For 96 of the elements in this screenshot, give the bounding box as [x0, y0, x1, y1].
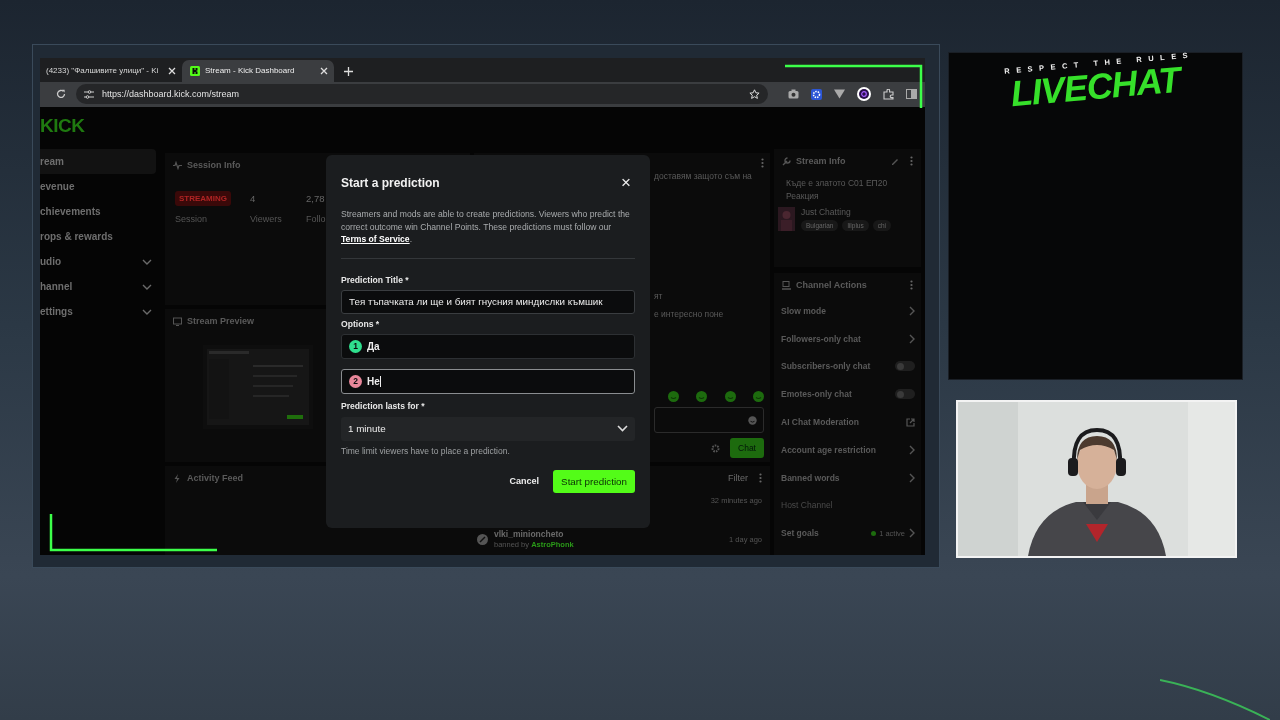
chevron-right-icon	[909, 444, 915, 455]
tab-title: Stream - Kick Dashboard	[205, 66, 296, 75]
browser-tab[interactable]: Stream - Kick Dashboard	[182, 59, 334, 82]
toggle-switch[interactable]	[895, 389, 915, 400]
more-options-icon[interactable]	[759, 473, 762, 483]
lightning-icon	[173, 473, 182, 483]
more-options-icon[interactable]	[910, 280, 913, 290]
kick-logo[interactable]: KICK	[40, 111, 89, 149]
reload-icon[interactable]	[56, 89, 66, 100]
panel-title: Activity Feed	[187, 473, 244, 483]
star-icon[interactable]	[749, 88, 760, 100]
wrench-icon	[782, 156, 791, 166]
filter-button[interactable]: Filter	[728, 473, 748, 483]
chevron-right-icon	[909, 305, 915, 316]
camera-icon[interactable]	[788, 89, 799, 100]
stat-label: Session	[175, 214, 209, 224]
chevron-right-icon	[909, 472, 915, 483]
sidebar-item[interactable]: udio	[40, 249, 160, 274]
cancel-button[interactable]: Cancel	[509, 476, 540, 487]
chevron-down-icon	[617, 425, 628, 433]
chat-input-field[interactable]	[654, 407, 764, 433]
stream-title: Къде е златото С01 ЕП20 Реакция	[785, 177, 889, 203]
title-input-field[interactable]: Тея тъпачката ли ще и бият гнусния миндислки къмшик	[341, 289, 635, 314]
sidebar-item[interactable]: chievements	[40, 199, 160, 224]
url-text: https://dashboard.kick.com/stream	[102, 89, 240, 100]
puzzle-icon[interactable]	[883, 88, 894, 100]
terms-link[interactable]: Terms of Service	[341, 234, 410, 245]
dialog-description: Streamers and mods are able to create predictions. Viewers who predict the correct outcome win Channel Points. These predictions must follow our Terms of Service.	[341, 208, 631, 246]
field-label: Prediction lasts for *	[341, 400, 426, 411]
option-input-field[interactable]: 1 Да	[341, 333, 635, 359]
panel-title: Stream Preview	[187, 316, 255, 326]
stat-value: 2,78	[306, 192, 326, 206]
option-number: 2	[349, 374, 362, 388]
stat-label: Viewers	[250, 214, 283, 224]
monitor-icon	[173, 316, 182, 326]
chat-message: е интересно поне	[654, 309, 725, 319]
tab-title: (4233) "Фалшивите улици" - Ki	[46, 66, 160, 75]
category-name[interactable]: Just Chatting	[801, 207, 892, 217]
gear-icon[interactable]	[811, 88, 822, 100]
close-icon[interactable]	[320, 66, 328, 75]
chat-message: доставям защото съм на	[654, 171, 753, 181]
kick-favicon-icon	[190, 65, 200, 76]
sidebar-item[interactable]: rops & rewards	[40, 224, 160, 249]
more-options-icon[interactable]	[761, 158, 764, 168]
channel-action[interactable]: Emotes-only chat	[774, 380, 921, 409]
sidebar-item[interactable]: ettings	[40, 299, 160, 324]
option-input-field[interactable]: 2 Не	[341, 368, 635, 394]
emote-icon[interactable]	[696, 391, 708, 402]
chat-send-button[interactable]: Chat	[730, 438, 764, 458]
panel-title: Stream Info	[796, 156, 846, 166]
pulse-icon	[173, 160, 182, 170]
status-badge: STREAMING	[175, 191, 231, 206]
chevron-right-icon	[909, 528, 915, 539]
field-hint: Time limit viewers have to place a prediction.	[341, 445, 511, 456]
category-cover	[778, 207, 795, 231]
sidebar-panel-icon[interactable]	[906, 89, 917, 100]
toggle-switch[interactable]	[895, 361, 915, 372]
dialog-title: Start a prediction	[341, 176, 440, 190]
browser-tab[interactable]: (4233) "Фалшивите улици" - Ki	[40, 59, 182, 82]
username: vlki_minioncheto	[494, 529, 565, 539]
field-label: Prediction Title *	[341, 274, 410, 285]
site-settings-icon	[84, 89, 94, 99]
duration-dropdown[interactable]: 1 minute	[341, 416, 635, 441]
channel-action[interactable]: Account age restriction	[774, 436, 921, 464]
smiley-icon[interactable]	[748, 415, 757, 425]
emote-icon[interactable]	[753, 391, 764, 402]
shield-icon	[782, 280, 791, 290]
option-number: 1	[349, 339, 362, 353]
channel-action[interactable]: Followers-only chat	[774, 324, 921, 353]
channel-action[interactable]: Banned words	[774, 463, 921, 492]
sidebar-item[interactable]: ream	[40, 149, 156, 174]
emote-icon[interactable]	[724, 391, 736, 402]
start-prediction-button[interactable]: Start prediction	[553, 469, 635, 493]
external-link-icon	[906, 417, 915, 427]
close-icon[interactable]	[168, 66, 176, 75]
triangle-icon[interactable]	[834, 89, 845, 100]
channel-action[interactable]: Subscribers-only chat	[774, 352, 921, 381]
address-field[interactable]: https://dashboard.kick.com/stream	[76, 84, 768, 105]
stat-value: 4	[250, 192, 257, 206]
ban-icon	[477, 533, 488, 545]
settings-icon[interactable]	[711, 443, 721, 453]
channel-action[interactable]: AI Chat Moderation	[774, 408, 921, 436]
channel-action[interactable]: Slow mode	[774, 297, 921, 325]
sidebar-item[interactable]: evenue	[40, 174, 160, 199]
close-button[interactable]: ×	[617, 175, 635, 191]
edit-icon[interactable]	[891, 157, 899, 165]
panel-title: Session Info	[187, 160, 241, 170]
badge-icon[interactable]	[857, 87, 871, 102]
emote-icon[interactable]	[668, 391, 679, 402]
more-options-icon[interactable]	[910, 156, 913, 166]
chat-message: ят	[654, 291, 664, 301]
plus-icon[interactable]	[344, 66, 353, 76]
chevron-right-icon	[909, 333, 915, 344]
field-label: Options *	[341, 318, 381, 329]
sidebar-item[interactable]: hannel	[40, 274, 160, 299]
panel-title: Channel Actions	[796, 280, 867, 290]
